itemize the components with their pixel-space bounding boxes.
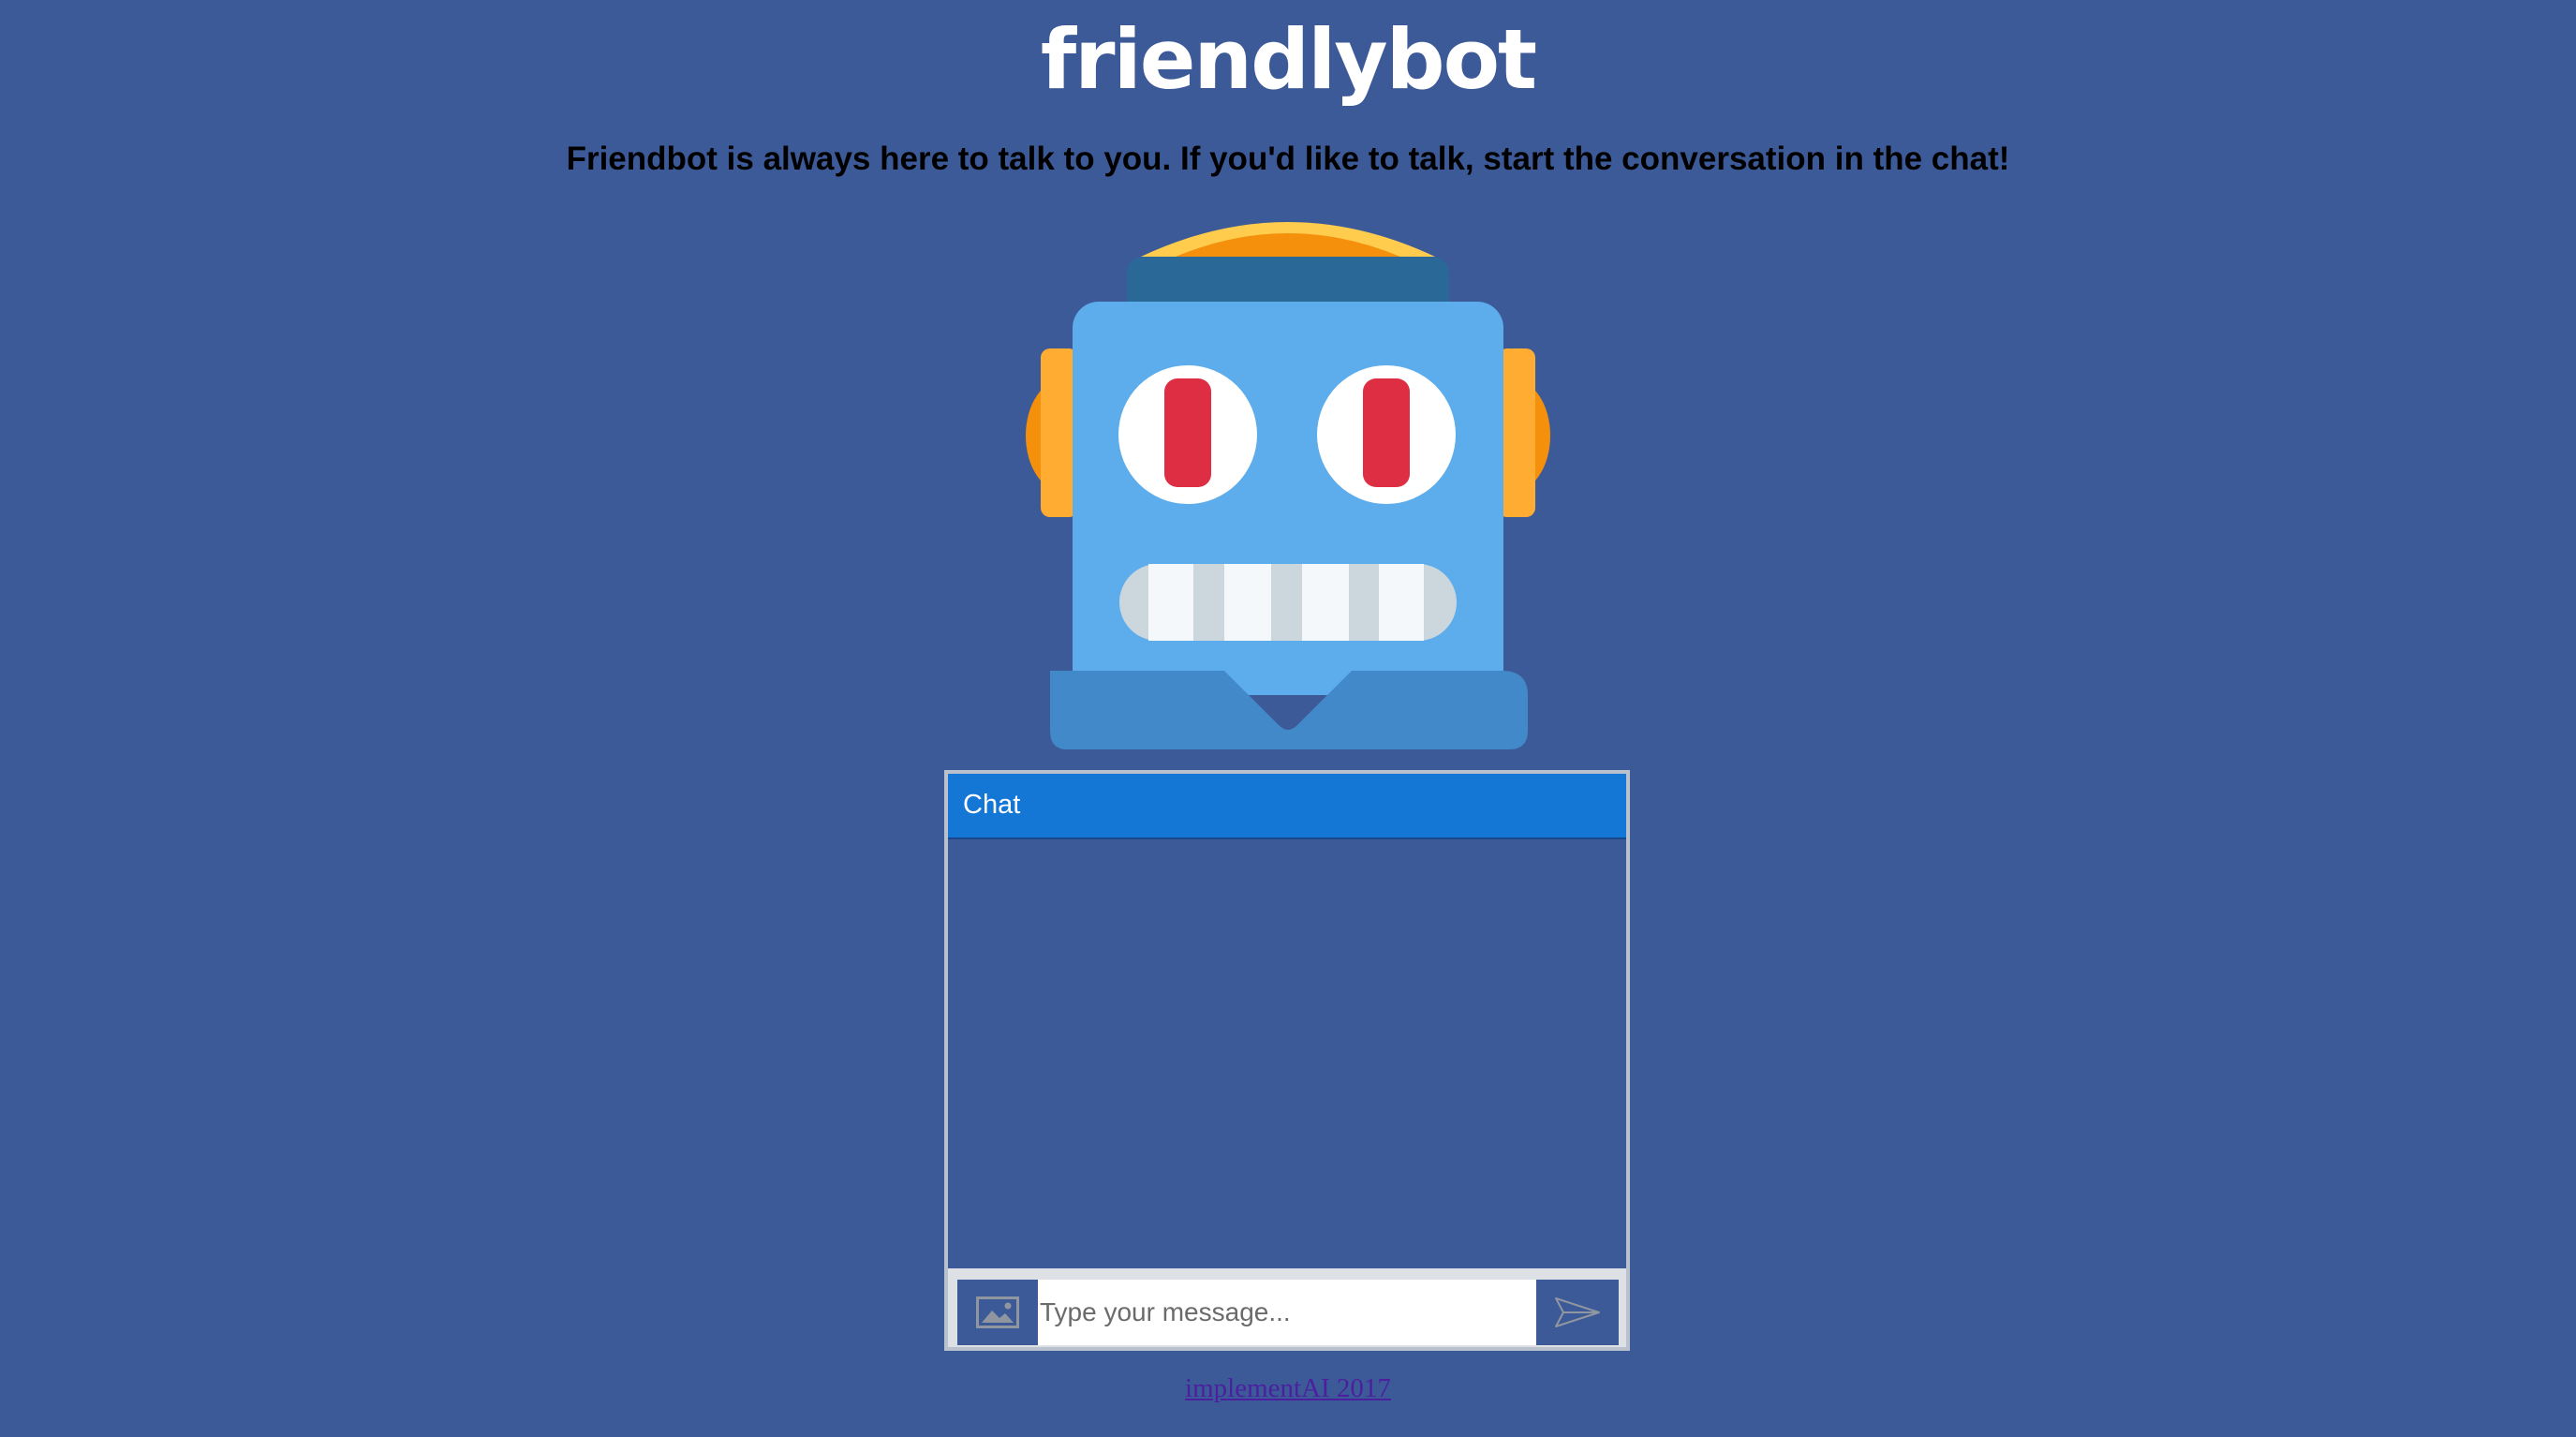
chat-input-bar bbox=[948, 1268, 1626, 1347]
page: friendlybot Friendbot is always here to … bbox=[0, 0, 2576, 1437]
robot-tooth bbox=[1224, 564, 1271, 641]
robot-right-pupil bbox=[1363, 378, 1410, 487]
robot-face-icon bbox=[1026, 222, 1550, 749]
image-upload-button[interactable] bbox=[957, 1280, 1038, 1345]
message-input[interactable] bbox=[1038, 1280, 1536, 1345]
chat-panel: Chat bbox=[944, 770, 1630, 1351]
robot-tooth bbox=[1302, 564, 1349, 641]
image-icon bbox=[976, 1296, 1019, 1328]
footer: implementAI 2017 bbox=[0, 1370, 2576, 1407]
robot-tooth bbox=[1148, 564, 1193, 641]
page-subtitle: Friendbot is always here to talk to you.… bbox=[566, 141, 2010, 177]
send-button[interactable] bbox=[1536, 1280, 1619, 1345]
page-title: friendlybot bbox=[1040, 11, 1537, 108]
chat-title: Chat bbox=[963, 790, 1021, 820]
chat-header: Chat bbox=[948, 774, 1626, 839]
send-icon bbox=[1555, 1297, 1600, 1327]
implementai-link[interactable]: implementAI 2017 bbox=[1185, 1373, 1391, 1403]
chat-messages-area[interactable] bbox=[948, 839, 1626, 1332]
robot-left-pupil bbox=[1164, 378, 1211, 487]
robot-tooth bbox=[1379, 564, 1424, 641]
